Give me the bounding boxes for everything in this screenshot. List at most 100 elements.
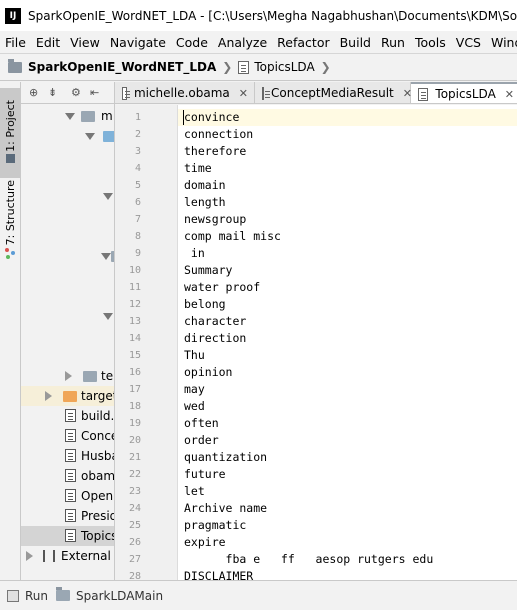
menu-navigate[interactable]: Navigate (105, 35, 171, 50)
line-number: 3 (134, 146, 141, 157)
text-file-icon (238, 60, 250, 74)
run-config-label[interactable]: SparkLDAMain (76, 589, 163, 603)
tree-item-target[interactable]: target (21, 386, 114, 406)
tab-label: TopicsLDA (435, 87, 496, 101)
intellij-logo-icon: IJ (5, 7, 21, 24)
code-line: often (184, 416, 219, 430)
menu-analyze[interactable]: Analyze (213, 35, 272, 50)
tree-item-m[interactable]: m (21, 106, 114, 126)
tree-item-husband[interactable]: Husba (21, 446, 114, 466)
code-line: future (184, 467, 226, 481)
tree-item-test[interactable]: te (21, 366, 114, 386)
scroll-from-source-icon[interactable]: ⊕ (29, 87, 40, 98)
code-line: Archive name (184, 501, 268, 515)
code-line: domain (184, 178, 226, 192)
breadcrumb-chevron-icon: ❯ (222, 60, 233, 74)
line-number: 25 (128, 520, 141, 531)
close-icon[interactable]: ✕ (239, 87, 248, 100)
breadcrumb-file[interactable]: TopicsLDA (254, 60, 314, 74)
menu-view[interactable]: View (65, 35, 105, 50)
menu-file[interactable]: File (0, 35, 31, 50)
line-number: 17 (128, 384, 141, 395)
tab-concept-media-result[interactable]: ConceptMediaResult ✕ (255, 82, 412, 103)
collapse-arrow-icon[interactable] (26, 551, 33, 561)
project-folder-icon (8, 58, 22, 73)
code-line: belong (184, 297, 226, 311)
file-icon (65, 509, 76, 522)
window-title: SparkOpenIE_WordNET_LDA - [C:\Users\Megh… (28, 8, 517, 23)
line-number: 11 (128, 282, 141, 293)
structure-icon (5, 248, 16, 260)
collapse-arrow-icon[interactable] (45, 391, 52, 401)
tab-label: michelle.obama (133, 86, 230, 100)
tree-item-package[interactable] (21, 186, 114, 206)
breadcrumb-project[interactable]: SparkOpenIE_WordNET_LDA (28, 60, 216, 74)
close-icon[interactable]: ✕ (505, 88, 514, 101)
tree-item-concept[interactable]: Conce (21, 426, 114, 446)
project-tool-tab[interactable]: 1: Project (0, 88, 21, 178)
tree-item-topics[interactable]: Topics (21, 526, 114, 546)
folder-icon (83, 371, 97, 382)
line-number: 13 (128, 316, 141, 327)
expand-arrow-icon[interactable] (101, 253, 111, 260)
run-config-icon (56, 587, 71, 601)
expand-arrow-icon[interactable] (103, 313, 113, 320)
line-number: 26 (128, 537, 141, 548)
menu-vcs[interactable]: VCS (451, 35, 486, 50)
tree-item-folder[interactable] (21, 126, 114, 146)
code-line: time (184, 161, 212, 175)
code-line: pragmatic (184, 518, 247, 532)
code-line: comp mail misc (184, 229, 281, 243)
menu-build[interactable]: Build (335, 35, 376, 50)
structure-tab-label: 7: Structure (4, 180, 17, 246)
tree-item-external-libraries[interactable]: External Li (21, 546, 114, 566)
code-line: water proof (184, 280, 261, 294)
tab-michelle-obama[interactable]: michelle.obama ✕ (115, 82, 255, 103)
structure-tool-tab[interactable]: 7: Structure (0, 180, 21, 260)
code-line: therefore (184, 144, 247, 158)
text-file-icon (262, 86, 270, 100)
tree-item-package[interactable] (21, 306, 114, 326)
library-icon (43, 550, 55, 562)
menu-tools[interactable]: Tools (410, 35, 451, 50)
expand-arrow-icon[interactable] (103, 193, 113, 200)
expand-arrow-icon[interactable] (85, 133, 95, 140)
tree-item-obama[interactable]: obam (21, 466, 114, 486)
tab-topics-lda[interactable]: TopicsLDA ✕ (411, 82, 517, 103)
hide-icon[interactable]: ⇤ (90, 87, 101, 98)
run-label[interactable]: Run (25, 589, 48, 603)
project-panel-toolbar: ⊕ ⇟ ⚙ ⇤ (21, 82, 114, 104)
file-icon (65, 429, 76, 442)
code-line: in (184, 246, 205, 260)
tree-item-openie[interactable]: OpenI (21, 486, 114, 506)
line-number: 12 (128, 299, 141, 310)
code-line: opinion (184, 365, 233, 379)
menu-bar: File Edit View Navigate Code Analyze Ref… (0, 31, 517, 53)
editor-tab-bar: michelle.obama ✕ ConceptMediaResult ✕ To… (115, 82, 517, 104)
code-line: newsgroup (184, 212, 247, 226)
menu-edit[interactable]: Edit (31, 35, 65, 50)
line-number: 27 (128, 554, 141, 565)
code-line: quantization (184, 450, 268, 464)
tree-item-president[interactable]: Presid (21, 506, 114, 526)
menu-window[interactable]: Window (486, 35, 517, 50)
window-icon[interactable] (7, 589, 19, 602)
line-number: 22 (128, 469, 141, 480)
line-number: 4 (134, 163, 141, 174)
tree-item-package[interactable] (21, 246, 114, 266)
menu-code[interactable]: Code (171, 35, 213, 50)
menu-refactor[interactable]: Refactor (272, 35, 334, 50)
collapse-all-icon[interactable]: ⇟ (48, 87, 59, 98)
file-icon (65, 469, 76, 482)
tool-window-strip: 1: Project 7: Structure (0, 82, 21, 580)
collapse-arrow-icon[interactable] (65, 371, 72, 381)
line-number: 15 (128, 350, 141, 361)
editor-text-area[interactable]: convince connection therefore time domain len… (178, 105, 517, 580)
menu-run[interactable]: Run (376, 35, 410, 50)
tree-item-build-sbt[interactable]: build.s (21, 406, 114, 426)
file-icon (65, 529, 76, 542)
code-line: character (184, 314, 247, 328)
expand-arrow-icon[interactable] (65, 113, 75, 120)
line-number: 23 (128, 486, 141, 497)
gear-icon[interactable]: ⚙ (71, 87, 82, 98)
